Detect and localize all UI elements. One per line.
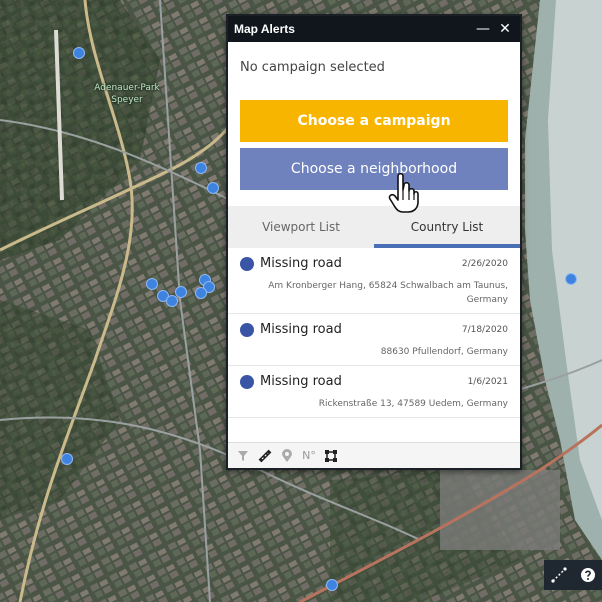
alert-map-dot[interactable] — [166, 295, 178, 307]
alert-map-dot[interactable] — [73, 47, 85, 59]
alert-address: Am Kronberger Hang, 65824 Schwalbach am … — [268, 281, 508, 305]
alert-map-dot[interactable] — [565, 273, 577, 285]
road-icon[interactable] — [254, 446, 276, 466]
alert-item[interactable]: Missing road 7/18/2020 88630 Pfullendorf… — [228, 314, 520, 366]
alert-map-dot[interactable] — [195, 162, 207, 174]
list-tabs: Viewport List Country List — [228, 206, 520, 248]
alert-list[interactable]: Missing road 2/26/2020 Am Kronberger Han… — [228, 248, 520, 444]
alert-marker-icon — [240, 374, 254, 389]
alert-map-dot[interactable] — [146, 278, 158, 290]
alert-date: 7/18/2020 — [461, 324, 508, 335]
alert-name: Missing road — [260, 256, 342, 271]
panel-toolbar: N° — [228, 442, 520, 468]
minimize-icon: — — [476, 21, 490, 37]
help-icon — [581, 568, 595, 582]
alert-name: Missing road — [260, 322, 342, 337]
alert-map-dot[interactable] — [61, 453, 73, 465]
measure-button[interactable] — [544, 560, 574, 590]
hand-cursor-icon — [388, 172, 419, 213]
filter-icon[interactable] — [232, 446, 254, 466]
alert-address: Rickenstraße 13, 47589 Uedem, Germany — [318, 399, 508, 409]
alert-marker-icon — [240, 322, 254, 337]
panel-titlebar[interactable]: Map Alerts — ✕ — [228, 16, 520, 42]
alert-map-dot[interactable] — [207, 182, 219, 194]
close-icon: ✕ — [499, 21, 511, 37]
choose-campaign-button[interactable]: Choose a campaign — [240, 100, 508, 142]
map-alerts-panel: Map Alerts — ✕ No campaign selected Choo… — [226, 14, 522, 470]
alert-map-dot[interactable] — [326, 579, 338, 591]
map-place-label: Adenauer-Park Speyer — [94, 83, 160, 105]
minimize-button[interactable]: — — [474, 20, 492, 38]
pin-icon[interactable] — [276, 446, 298, 466]
panel-title: Map Alerts — [234, 22, 295, 36]
measure-icon — [551, 567, 567, 583]
select-area-icon[interactable] — [320, 446, 342, 466]
campaign-status: No campaign selected — [240, 60, 385, 75]
alert-date: 2/26/2020 — [461, 258, 508, 269]
tab-viewport-list[interactable]: Viewport List — [228, 206, 374, 248]
alert-address: 88630 Pfullendorf, Germany — [380, 347, 508, 357]
number-icon[interactable]: N° — [298, 446, 320, 466]
alert-map-dot[interactable] — [175, 286, 187, 298]
alert-item[interactable]: Missing road 2/26/2020 Am Kronberger Han… — [228, 248, 520, 314]
alert-name: Missing road — [260, 374, 342, 389]
close-button[interactable]: ✕ — [496, 20, 514, 38]
help-button[interactable] — [574, 560, 602, 590]
choose-neighborhood-button[interactable]: Choose a neighborhood — [240, 148, 508, 190]
alert-date: 1/6/2021 — [467, 376, 508, 387]
alert-map-dot[interactable] — [195, 287, 207, 299]
alert-item[interactable]: Missing road 1/6/2021 Rickenstraße 13, 4… — [228, 366, 520, 418]
alert-marker-icon — [240, 256, 254, 271]
